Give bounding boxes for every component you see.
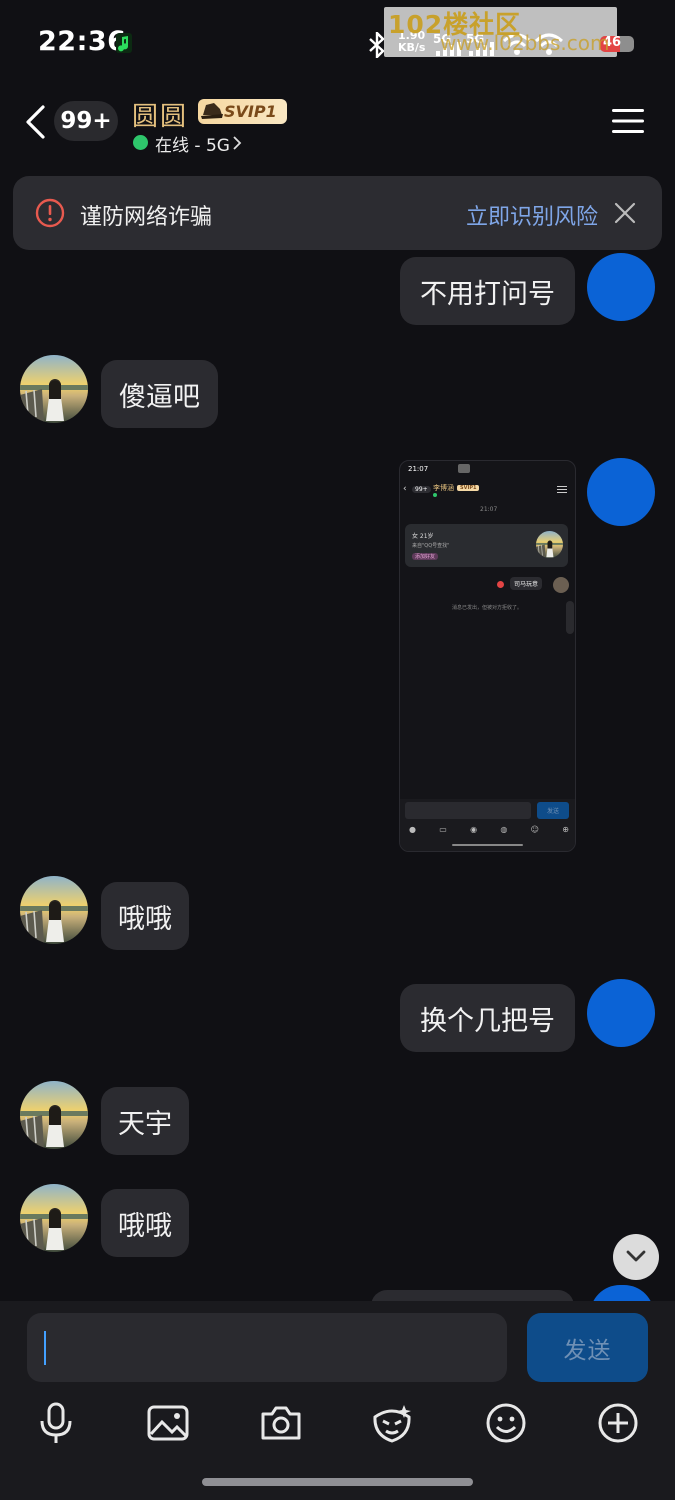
shot-card-line2: 来自"QQ号查找" <box>412 543 450 549</box>
message-bubble-sent[interactable]: 换个几把号 <box>400 984 575 1052</box>
shot-notice: 消息已发出，但被对方拒收了。 <box>452 605 523 611</box>
image-message[interactable]: 21:07 ‹ 99+ 李博涵 SVIP1 21:07 女 21岁 来自"QQ号… <box>399 460 576 852</box>
shot-online-dot <box>433 493 437 497</box>
my-avatar[interactable] <box>587 979 655 1047</box>
shot-mic-icon: ● <box>409 825 416 834</box>
unread-badge[interactable]: 99+ <box>54 101 118 141</box>
warning-icon <box>35 198 65 228</box>
shot-toolbar: ● ▭ ◉ ◍ ☺ ⊕ <box>409 825 569 835</box>
shot-bubble: 司马玩意 <box>510 577 543 590</box>
shot-name: 李博涵 <box>433 484 454 492</box>
shot-card-line1: 女 21岁 <box>412 533 434 540</box>
shot-side-handle <box>566 601 574 634</box>
chevron-right-icon[interactable] <box>232 136 242 150</box>
shot-vip: SVIP1 <box>457 485 480 491</box>
status-time: 22:36 <box>38 26 127 57</box>
send-button[interactable]: 发送 <box>527 1313 648 1382</box>
home-indicator <box>202 1478 473 1486</box>
shot-my-avatar <box>553 577 569 593</box>
contact-avatar[interactable] <box>20 1184 88 1252</box>
shot-time: 21:07 <box>408 465 429 473</box>
ar-mask-icon[interactable] <box>370 1401 414 1445</box>
banner-warning-text: 谨防网络诈骗 <box>80 205 213 230</box>
online-status[interactable]: 在线 - 5G <box>155 131 230 156</box>
contact-avatar[interactable] <box>20 876 88 944</box>
crown-hat-icon <box>201 103 223 119</box>
microphone-icon[interactable] <box>34 1401 78 1445</box>
watermark-url: www.l02bbs.com <box>440 31 610 55</box>
my-avatar[interactable] <box>587 458 655 526</box>
menu-icon[interactable] <box>612 107 644 135</box>
shot-ar-icon: ◍ <box>500 825 508 834</box>
chevron-down-icon <box>626 1250 646 1262</box>
online-status-icon <box>133 135 148 150</box>
message-bubble-received[interactable]: 傻逼吧 <box>101 360 218 428</box>
message-bubble-received[interactable]: 哦哦 <box>101 882 189 950</box>
my-avatar[interactable] <box>587 253 655 321</box>
shot-error-icon <box>497 581 504 588</box>
shot-image-icon: ▭ <box>439 825 447 834</box>
text-cursor <box>44 1331 46 1365</box>
shot-card-tag: 添加好友 <box>412 553 439 560</box>
music-icon <box>116 33 132 53</box>
shot-unread: 99+ <box>412 486 431 493</box>
image-icon[interactable] <box>146 1401 190 1445</box>
risk-check-link[interactable]: 立即识别风险 <box>466 199 598 231</box>
message-bubble-received[interactable]: 哦哦 <box>101 1189 189 1257</box>
shot-timestamp: 21:07 <box>480 506 498 513</box>
shot-thumb <box>458 464 470 473</box>
shot-emoji-icon: ☺ <box>530 825 539 834</box>
shot-avatar <box>536 531 563 558</box>
shot-camera-icon: ◉ <box>470 825 478 834</box>
close-icon[interactable] <box>614 202 636 224</box>
message-bubble-sent[interactable]: 不用打问号 <box>400 257 575 325</box>
shot-menu-icon <box>557 486 567 487</box>
message-bubble-received[interactable]: 天宇 <box>101 1087 189 1155</box>
emoji-icon[interactable] <box>484 1401 528 1445</box>
shot-back-icon: ‹ <box>403 484 407 494</box>
back-arrow-icon[interactable] <box>24 104 46 140</box>
plus-icon[interactable] <box>596 1401 640 1445</box>
camera-icon[interactable] <box>259 1401 303 1445</box>
message-input[interactable] <box>27 1313 507 1382</box>
contact-avatar[interactable] <box>20 355 88 423</box>
shot-plus-icon: ⊕ <box>562 825 569 834</box>
shot-home-indicator <box>452 844 523 846</box>
shot-input <box>405 802 531 819</box>
shot-send-button: 发送 <box>537 802 569 819</box>
contact-avatar[interactable] <box>20 1081 88 1149</box>
contact-name[interactable]: 圆圆 <box>132 96 188 133</box>
